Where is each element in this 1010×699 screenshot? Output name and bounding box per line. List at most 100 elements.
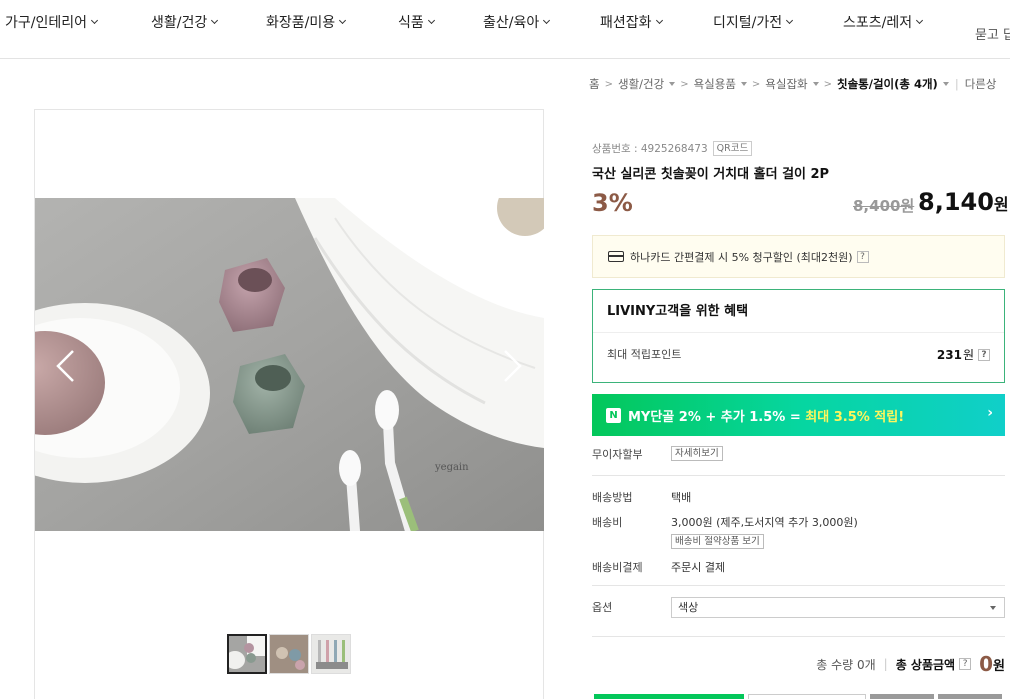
- product-number: 상품번호 : 4925268473 QR코드: [592, 141, 753, 156]
- benefit-box: LIVINY고객을 위한 혜택 최대 적립포인트 231 원?: [592, 289, 1005, 383]
- installment-detail-button[interactable]: 자세히보기: [671, 446, 723, 461]
- buy-now-button[interactable]: [594, 694, 744, 699]
- points-amount: 231: [936, 348, 962, 362]
- purchase-buttons: [594, 694, 1002, 699]
- sale-price-unit: 원: [993, 195, 1009, 214]
- divider: [592, 475, 1005, 476]
- shipping-payment-value: 주문시 결제: [671, 561, 726, 574]
- chevron-down-icon: [90, 16, 99, 25]
- breadcrumb-separator: >: [751, 78, 761, 90]
- dropdown-caret-icon[interactable]: [942, 82, 949, 86]
- dropdown-caret-icon[interactable]: [812, 82, 819, 86]
- product-main-image: yegain: [35, 198, 544, 531]
- breadcrumb-living[interactable]: 생활/건강: [618, 76, 664, 92]
- chevron-down-icon: [655, 16, 663, 25]
- total-amount-unit: 원: [993, 658, 1005, 674]
- chevron-down-icon: [990, 606, 996, 610]
- naver-logo-icon: N: [606, 407, 621, 423]
- thumbnail-2[interactable]: [269, 634, 309, 674]
- benefit-header: LIVINY고객을 위한 혜택: [593, 290, 1004, 333]
- chevron-down-icon: [916, 16, 924, 25]
- shipping-saving-wrapper: 배송비 절약상품 보기: [671, 534, 764, 549]
- option-label: 옵션: [592, 601, 613, 614]
- wishlist-button[interactable]: [870, 694, 934, 699]
- help-icon[interactable]: ?: [978, 349, 990, 361]
- breadcrumb-bath-misc[interactable]: 욕실잡화: [765, 76, 807, 92]
- naverpay-membership-banner[interactable]: N MY단골 2% + 추가 1.5% = 최대 3.5% 적립! ›: [592, 394, 1005, 436]
- breadcrumb-bath[interactable]: 욕실용품: [694, 76, 736, 92]
- order-total: 총 수량 0개 | 총 상품금액 ? 0원: [816, 652, 1005, 676]
- nav-category-label: 생활/건강: [151, 15, 208, 31]
- image-watermark: yegain: [434, 462, 469, 473]
- dropdown-caret-icon[interactable]: [740, 82, 747, 86]
- nav-category-living[interactable]: 생활/건강: [151, 12, 219, 32]
- gallery-prev-arrow[interactable]: [53, 348, 77, 384]
- divider: [592, 585, 1005, 586]
- chevron-down-icon: [786, 16, 794, 25]
- total-amount-value: 0: [979, 652, 994, 676]
- category-nav: 가구/인테리어 생활/건강 화장품/미용 식품 출산/육아 패션잡화 디지털/가…: [0, 0, 1010, 59]
- total-separator: |: [883, 657, 888, 671]
- breadcrumb-other-link[interactable]: 다른상: [965, 76, 997, 92]
- help-icon[interactable]: ?: [856, 250, 869, 263]
- nav-category-label: 식품: [398, 15, 424, 31]
- nav-category-sports[interactable]: 스포츠/레저: [843, 12, 924, 32]
- npay-highlight-text: 최대 3.5% 적립!: [805, 409, 905, 425]
- credit-card-icon: [608, 251, 624, 262]
- nav-category-fashion[interactable]: 패션잡화: [600, 12, 663, 32]
- help-icon[interactable]: ?: [959, 658, 972, 670]
- original-price: 8,400원: [853, 197, 915, 215]
- chevron-right-icon: ›: [987, 405, 993, 421]
- shipping-saving-button[interactable]: 배송비 절약상품 보기: [671, 534, 764, 549]
- option-selected-value: 색상: [678, 601, 699, 614]
- shipping-payment-label: 배송비결제: [592, 561, 643, 574]
- benefit-points-label: 최대 적립포인트: [607, 348, 682, 361]
- breadcrumb-divider: |: [954, 77, 959, 91]
- breadcrumb-home[interactable]: 홈: [589, 76, 600, 92]
- qna-link[interactable]: 묻고 답: [975, 24, 1010, 43]
- npay-prefix-text: MY단골 2% + 추가 1.5% =: [628, 409, 806, 425]
- nav-category-food[interactable]: 식품: [398, 12, 435, 32]
- benefit-points-row: 최대 적립포인트 231 원?: [593, 333, 1004, 381]
- total-amount-label: 총 상품금액: [895, 657, 956, 672]
- shipping-method-label: 배송방법: [592, 491, 633, 504]
- nav-category-baby[interactable]: 출산/육아: [483, 12, 551, 32]
- breadcrumb-count: (총 4개): [894, 77, 938, 91]
- product-title: 국산 실리콘 칫솔꽂이 거치대 홀더 걸이 2P: [592, 167, 830, 182]
- chevron-down-icon: [427, 16, 435, 25]
- product-gallery: yegain: [34, 109, 544, 699]
- sale-price: 8,140원: [918, 188, 1009, 216]
- breadcrumb-separator: >: [604, 78, 613, 90]
- chevron-down-icon: [543, 16, 551, 25]
- nav-category-furniture[interactable]: 가구/인테리어: [5, 12, 99, 32]
- chevron-down-icon: [339, 16, 347, 25]
- installment-value: 자세히보기: [671, 446, 723, 461]
- add-to-cart-button[interactable]: [748, 694, 866, 699]
- nav-category-label: 출산/육아: [483, 15, 540, 31]
- total-qty-label: 총 수량: [816, 657, 854, 672]
- breadcrumb-current[interactable]: 칫솔통/걸이: [837, 76, 894, 92]
- card-promo-banner: 하나카드 간편결제 시 5% 청구할인 (최대2천원) ?: [592, 235, 1005, 278]
- points-unit: 원: [962, 348, 974, 362]
- nav-category-beauty[interactable]: 화장품/미용: [266, 12, 347, 32]
- nav-category-label: 디지털/가전: [713, 15, 783, 31]
- benefit-points-value: 231 원?: [937, 333, 990, 377]
- option-row: 옵션 색상: [592, 597, 1005, 619]
- shipping-method-value: 택배: [671, 491, 692, 504]
- installment-label: 무이자할부: [592, 448, 643, 461]
- nav-category-label: 패션잡화: [600, 15, 652, 31]
- thumbnail-strip: [227, 634, 351, 674]
- thumbnail-3[interactable]: [311, 634, 351, 674]
- option-select[interactable]: 색상: [671, 597, 1005, 618]
- thumbnail-1[interactable]: [227, 634, 267, 674]
- qr-code-button[interactable]: QR코드: [712, 141, 753, 156]
- chevron-down-icon: [211, 16, 219, 25]
- dropdown-caret-icon[interactable]: [669, 82, 676, 86]
- nav-category-label: 스포츠/레저: [843, 15, 913, 31]
- nav-category-digital[interactable]: 디지털/가전: [713, 12, 794, 32]
- gallery-next-arrow[interactable]: [501, 348, 525, 384]
- card-promo-text: 하나카드 간편결제 시 5% 청구할인 (최대2천원): [630, 250, 853, 264]
- breadcrumb-separator: >: [680, 78, 689, 90]
- talk-button[interactable]: [938, 694, 1002, 699]
- nav-category-label: 화장품/미용: [266, 15, 336, 31]
